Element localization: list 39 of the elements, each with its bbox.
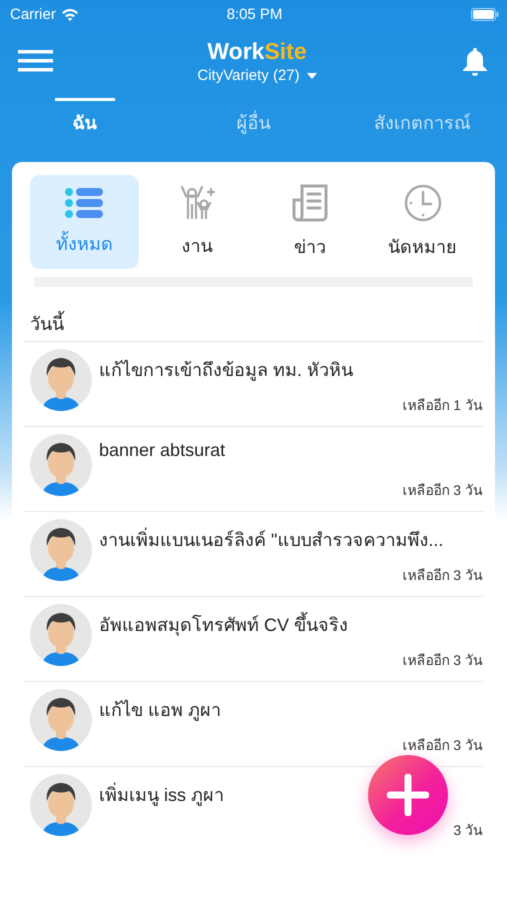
task-title: งานเพิ่มแบนเนอร์ลิงค์ "แบบสำรวจความพึง... [99, 519, 444, 554]
due-label: เหลืออีก 3 วัน [402, 651, 483, 670]
task-title: แก้ไขการเข้าถึงข้อมูล ทม. หัวหิน [99, 358, 354, 383]
task-title: banner abtsurat [99, 439, 226, 461]
carrier-label: Carrier [10, 6, 56, 22]
category-tab[interactable]: งาน [142, 175, 252, 269]
clock-icon [404, 184, 442, 222]
avatar [30, 604, 92, 666]
avatar [30, 519, 92, 581]
task-row[interactable]: อัพแอพสมุดโทรศัพท์ CV ขึ้นจริง เหลืออีก 3 วัน [24, 596, 483, 681]
app-logo: WorkSite [207, 38, 307, 65]
task-title: อัพแอพสมุดโทรศัพท์ CV ขึ้นจริง [99, 604, 348, 639]
avatar [30, 689, 92, 751]
task-row[interactable]: แก้ไขการเข้าถึงข้อมูล ทม. หัวหิน เหลืออีก 1 วัน [24, 341, 483, 426]
task-row[interactable]: banner abtsurat เหลืออีก 3 วัน [24, 426, 483, 511]
avatar [30, 349, 92, 411]
people-icon [178, 184, 216, 220]
task-row[interactable]: งานเพิ่มแบนเนอร์ลิงค์ "แบบสำรวจความพึง... เหลืออีก 3 วัน [24, 511, 483, 596]
due-label: เหลืออีก 1 วัน [402, 396, 483, 415]
category-tab[interactable]: นัดหมาย [368, 175, 477, 269]
category-tab[interactable]: ข่าว [256, 175, 364, 269]
section-heading: วันนี้ [24, 287, 483, 341]
wifi-icon [60, 8, 79, 20]
due-label: 3 วัน [453, 821, 483, 840]
list-icon [65, 186, 104, 218]
battery-icon [471, 8, 499, 20]
caret-icon [306, 72, 317, 78]
notification-button[interactable] [461, 46, 489, 76]
due-label: เหลืออีก 3 วัน [402, 736, 483, 755]
newspaper-icon [292, 184, 328, 222]
task-title: แก้ไข แอพ ภูผา [99, 698, 222, 723]
plus-icon [387, 774, 429, 816]
avatar [30, 434, 92, 496]
task-title: เพิ่มเมนู iss ภูผา [99, 774, 224, 809]
due-label: เหลืออีก 3 วัน [402, 481, 483, 500]
avatar [30, 774, 92, 836]
due-label: เหลืออีก 3 วัน [402, 566, 483, 585]
menu-button[interactable] [18, 49, 53, 73]
clock-time: 8:05 PM [226, 6, 282, 22]
